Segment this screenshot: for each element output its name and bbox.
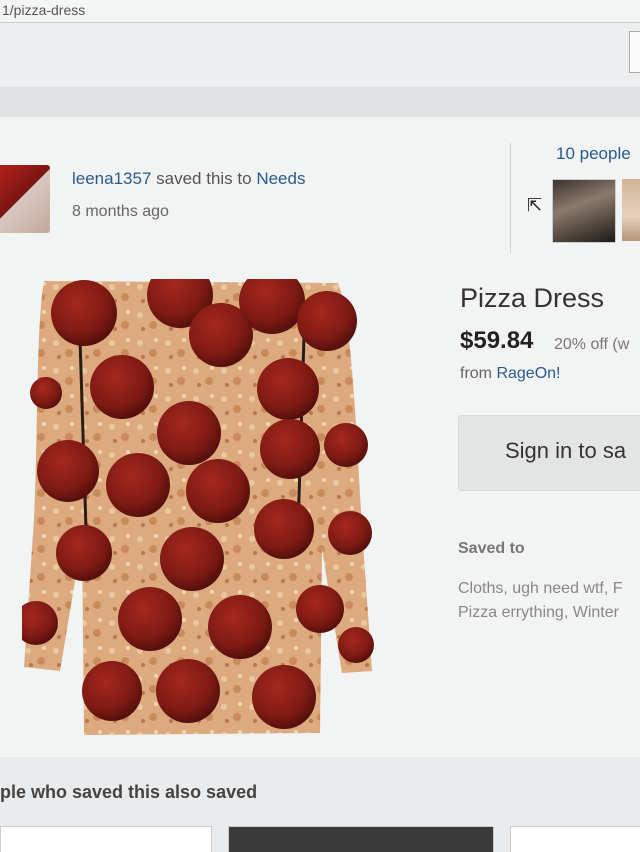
saved-to-boards: Cloths, ugh need wtf, F Pizza errything,… <box>458 577 623 625</box>
header-button[interactable] <box>629 31 640 73</box>
item-card: leena1357 saved this to Needs 8 months a… <box>0 117 640 757</box>
saved-to-heading: Saved to <box>458 540 525 557</box>
saved-by-line: leena1357 saved this to Needs <box>72 169 305 189</box>
related-item[interactable] <box>228 826 494 852</box>
boards-line[interactable]: Cloths, ugh need wtf, F <box>458 577 623 601</box>
username-link[interactable]: leena1357 <box>72 169 151 188</box>
sign-in-to-save-button[interactable]: Sign in to sa <box>458 415 640 491</box>
header-divider <box>0 87 640 117</box>
mouse-cursor-icon: ⇱ <box>527 195 543 215</box>
saved-action-text: saved this to <box>151 169 257 188</box>
column-divider <box>510 143 511 253</box>
related-item[interactable] <box>0 826 212 852</box>
board-link[interactable]: Needs <box>256 169 305 188</box>
store-link[interactable]: RageOn! <box>496 365 560 382</box>
from-label: from <box>460 365 497 382</box>
related-item[interactable] <box>510 826 640 852</box>
product-price: $59.84 <box>460 327 534 354</box>
address-bar[interactable]: 1/pizza-dress <box>0 0 640 23</box>
saver-avatar-thumb[interactable] <box>552 179 616 243</box>
people-saved-link[interactable]: 10 people <box>556 144 631 164</box>
url-text: 1/pizza-dress <box>2 2 86 18</box>
avatar[interactable] <box>0 165 50 233</box>
store-line: from RageOn! <box>460 365 561 383</box>
timestamp: 8 months ago <box>72 203 169 220</box>
discount-text: 20% off (w <box>554 336 630 353</box>
sign-in-label: Sign in to sa <box>505 438 627 463</box>
site-header <box>0 23 640 87</box>
boards-line[interactable]: Pizza errything, Winter <box>458 601 623 625</box>
page: 1/pizza-dress leena1357 saved this to Ne… <box>0 0 640 852</box>
related-heading: ple who saved this also saved <box>0 782 258 802</box>
saver-avatar-thumb[interactable] <box>622 179 640 241</box>
product-title: Pizza Dress <box>460 283 605 313</box>
product-image[interactable] <box>22 279 374 735</box>
